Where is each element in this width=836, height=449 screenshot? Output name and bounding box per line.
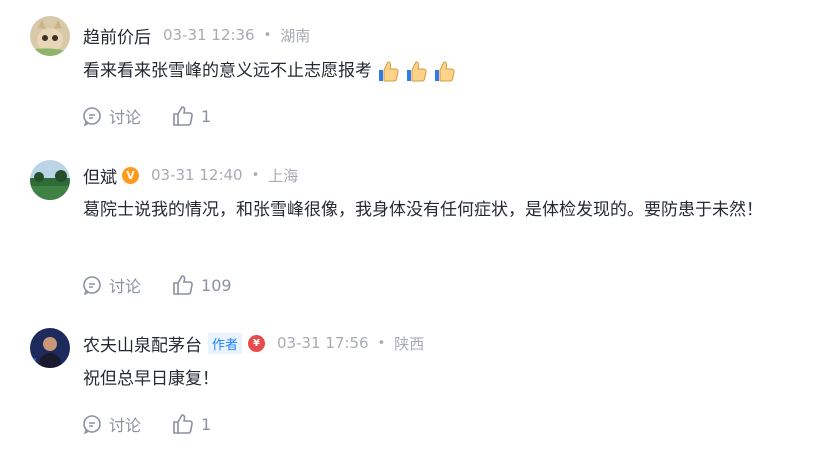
username[interactable]: 但斌 — [83, 163, 117, 188]
author-tag: 作者 — [208, 332, 243, 354]
timestamp: 03-31 12:40 — [151, 166, 243, 184]
comment-actions: 讨论 1 — [82, 412, 242, 436]
comment-header: 农夫山泉配茅台 作者 ¥ 03-31 17:56 • 陕西 — [83, 331, 425, 356]
reply-button[interactable]: 讨论 — [82, 104, 141, 128]
username[interactable]: 趋前价后 — [83, 23, 151, 48]
thumbs-up-icon — [173, 414, 193, 434]
reply-button[interactable]: 讨论 — [82, 412, 141, 436]
comment-text: 看来看来张雪峰的意义远不止志愿报考 — [83, 56, 803, 87]
avatar[interactable] — [30, 328, 70, 368]
timestamp: 03-31 17:56 — [277, 334, 369, 352]
separator-dot: • — [263, 27, 272, 43]
location: 上海 — [268, 166, 299, 185]
comment-actions: 讨论 109 — [82, 273, 263, 297]
location: 湖南 — [280, 26, 311, 45]
verified-badge: V — [122, 166, 139, 184]
comment-icon — [83, 107, 101, 126]
reply-label: 讨论 — [109, 108, 142, 127]
like-count: 1 — [201, 414, 212, 434]
avatar[interactable] — [30, 16, 70, 56]
like-count: 1 — [201, 106, 212, 126]
comment-text: 葛院士说我的情况，和张雪峰很像，我身体没有任何症状，是体检发现的。要防患于未然！ — [83, 195, 803, 226]
location: 陕西 — [394, 334, 425, 353]
comment-body: 祝但总早日康复！ — [83, 369, 219, 389]
timestamp: 03-31 12:36 — [163, 26, 255, 44]
comment-body: 看来看来张雪峰的意义远不止志愿报考 — [83, 61, 372, 81]
comment-actions: 讨论 1 — [82, 104, 242, 128]
username[interactable]: 农夫山泉配茅台 — [83, 331, 202, 356]
like-count: 109 — [201, 275, 232, 295]
like-button[interactable]: 109 — [172, 274, 232, 296]
reply-label: 讨论 — [109, 277, 142, 296]
comment-icon — [83, 276, 101, 295]
comment-body: 葛院士说我的情况，和张雪峰很像，我身体没有任何症状，是体检发现的。要防患于未然！ — [83, 200, 763, 220]
thumbs-up-icon — [173, 106, 193, 126]
comment-text: 祝但总早日康复！ — [83, 364, 803, 395]
thumbs-up-emoji — [372, 61, 456, 82]
comment-header: 但斌 V 03-31 12:40 • 上海 — [83, 163, 299, 188]
separator-dot: • — [377, 335, 386, 351]
comment-header: 趋前价后 03-31 12:36 • 湖南 — [83, 23, 311, 48]
badge-icon: ¥ — [248, 334, 266, 352]
separator-dot: • — [251, 167, 260, 183]
reply-button[interactable]: 讨论 — [82, 273, 141, 297]
like-button[interactable]: 1 — [172, 413, 211, 435]
comment-icon — [83, 415, 101, 434]
reply-label: 讨论 — [109, 416, 142, 435]
avatar[interactable] — [30, 160, 70, 200]
thumbs-up-icon — [173, 275, 193, 295]
like-button[interactable]: 1 — [172, 105, 211, 127]
